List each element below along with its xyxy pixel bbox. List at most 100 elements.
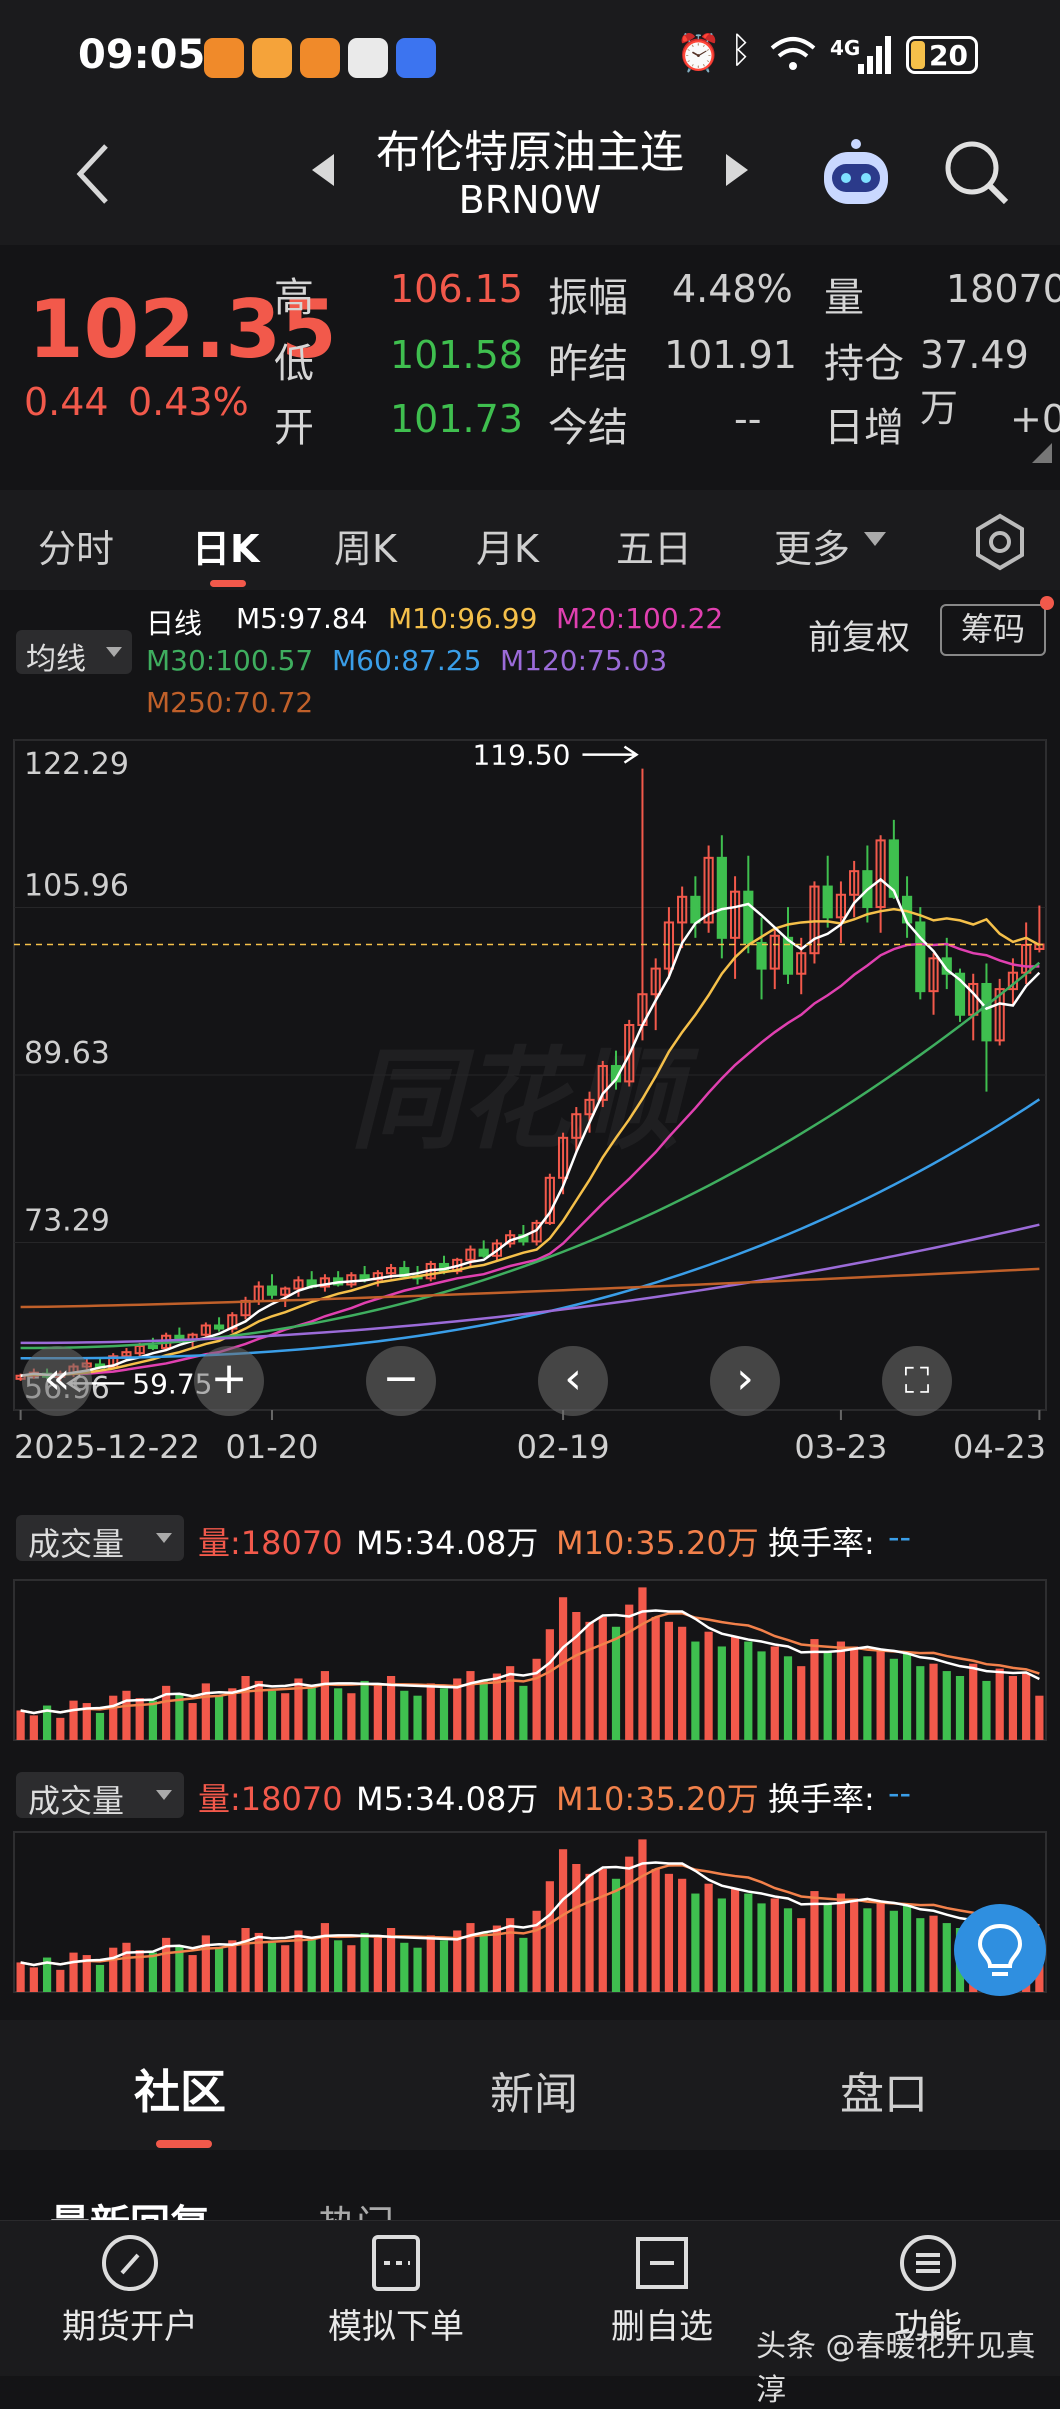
app-notification-icon — [204, 38, 244, 78]
chevron-down-icon — [156, 1790, 172, 1800]
volume-bar — [1035, 1695, 1044, 1740]
zoom-out-button[interactable]: − — [366, 1346, 436, 1416]
volume-bar — [360, 1680, 369, 1740]
app-notification-icon — [396, 38, 436, 78]
volume-bar — [16, 1962, 25, 1992]
page-title: 布伦特原油主连 — [376, 127, 684, 178]
zoom-out-far-button[interactable]: « — [22, 1346, 92, 1416]
nav-open-account[interactable]: 期货开户 — [30, 2299, 230, 2348]
volume-bar — [148, 1952, 158, 1992]
kline-chart-area: 均线 日线 M5:97.84 M10:96.99 M20:100.22 M30:… — [0, 590, 1060, 2020]
alarm-icon: ⏰ — [676, 33, 721, 74]
expand-corner-icon[interactable] — [1030, 441, 1054, 465]
bottom-nav: 期货开户 模拟下单 删自选 功能 头条 @春暖花开见真淳 — [0, 2220, 1060, 2408]
indicator-select-label: 成交量 — [28, 1525, 125, 1563]
lightbulb-icon — [977, 1923, 1023, 1976]
volume-bar — [717, 1898, 726, 1992]
tab-news[interactable]: 新闻 — [490, 2058, 578, 2122]
volume-bar — [281, 1693, 290, 1740]
vol-value: 量:18070 — [198, 1780, 343, 1818]
volume-bar — [625, 1604, 634, 1740]
volume-bar — [320, 1923, 330, 1992]
ma-select[interactable]: 均线 — [16, 630, 132, 677]
volume-bar — [836, 1893, 846, 1992]
candle-body — [478, 1248, 489, 1257]
volume-bar — [95, 1712, 105, 1740]
back-icon[interactable] — [72, 142, 112, 206]
nav-sim-trade[interactable]: 模拟下单 — [296, 2299, 496, 2348]
volume-chart[interactable] — [0, 1822, 1060, 2002]
volume-bar — [929, 1915, 938, 1992]
tab-intraday[interactable]: 分时 — [38, 518, 114, 573]
scroll-right-button[interactable]: › — [710, 1346, 780, 1416]
battery-level: 20 — [929, 39, 968, 72]
tab-order-book[interactable]: 盘口 — [840, 2058, 928, 2122]
volume-bar — [585, 1621, 594, 1740]
active-tab-indicator — [210, 580, 246, 587]
volume-bar — [400, 1942, 409, 1992]
tips-button[interactable] — [954, 1904, 1046, 1996]
chevron-left-icon: ‹ — [564, 1353, 582, 1404]
ai-robot-icon[interactable] — [816, 134, 896, 214]
prev-settle-value: 101.91 — [664, 333, 797, 377]
volume-bar — [598, 1868, 607, 1992]
candle — [862, 845, 873, 923]
volume-bar — [850, 1898, 859, 1992]
vol-ma10-line — [20, 1863, 1040, 1967]
volume-bar — [506, 1666, 515, 1740]
volume-bar — [664, 1873, 674, 1992]
bluetooth-icon: ᛒ — [730, 30, 752, 71]
volume-bar — [545, 1881, 554, 1992]
prev-contract-icon[interactable] — [310, 152, 336, 188]
volume-bar — [572, 1612, 581, 1740]
tab-daily-k[interactable]: 日K — [192, 518, 259, 573]
open-interest-label: 持仓 — [824, 341, 904, 387]
volume-bar — [651, 1868, 660, 1992]
volume-bar — [823, 1903, 832, 1992]
zoom-in-button[interactable]: + — [194, 1346, 264, 1416]
tab-monthly-k[interactable]: 月K — [476, 518, 539, 573]
volume-bar — [797, 1918, 806, 1992]
next-contract-icon[interactable] — [724, 152, 750, 188]
nav-remove-watchlist[interactable]: 删自选 — [562, 2299, 762, 2348]
candle-body — [981, 982, 992, 1042]
vol-ma5-line — [20, 1609, 1040, 1715]
tab-weekly-k[interactable]: 周K — [334, 518, 397, 573]
volume-bar — [519, 1937, 528, 1992]
volume-bar — [863, 1908, 872, 1992]
sim-trade-icon — [372, 2235, 420, 2291]
volume-bar — [320, 1671, 330, 1740]
volume-bar — [770, 1898, 779, 1992]
kline-chart[interactable]: 122.29105.9689.6373.2956.962025-12-2201-… — [0, 720, 1060, 1620]
volume-bar — [876, 1651, 885, 1740]
scroll-left-button[interactable]: ‹ — [538, 1346, 608, 1416]
indicator-select[interactable]: 成交量 — [16, 1772, 184, 1820]
fullscreen-icon: ⛶ — [904, 1361, 930, 1402]
tab-more[interactable]: 更多 — [774, 518, 850, 573]
candle-body — [213, 1324, 225, 1330]
candle-body — [756, 941, 767, 970]
vol-m5: M5:34.08万 — [356, 1780, 539, 1818]
volume-bar — [267, 1942, 277, 1992]
volume-bar — [56, 1717, 65, 1740]
open-label: 开 — [274, 405, 314, 451]
volume-bar — [585, 1873, 594, 1992]
candle — [1034, 905, 1045, 953]
volume-bar — [863, 1656, 872, 1740]
volume-bar — [466, 1923, 475, 1992]
fullscreen-button[interactable]: ⛶ — [882, 1346, 952, 1416]
candle — [729, 876, 741, 979]
search-icon[interactable] — [942, 138, 1012, 208]
adjust-mode[interactable]: 前复权 — [808, 610, 910, 659]
volume-bar — [572, 1864, 581, 1992]
tab-five-day[interactable]: 五日 — [616, 518, 692, 573]
indicator-select[interactable]: 成交量 — [16, 1515, 184, 1563]
chips-button[interactable]: 筹码 — [940, 604, 1046, 656]
candle — [928, 953, 939, 1015]
volume-bar — [479, 1932, 488, 1992]
settings-icon[interactable] — [970, 512, 1030, 572]
volume-chart[interactable] — [0, 1570, 1060, 1750]
volume-bar — [730, 1636, 740, 1740]
volume-bar — [307, 1937, 316, 1992]
tab-community[interactable]: 社区 — [134, 2056, 226, 2122]
